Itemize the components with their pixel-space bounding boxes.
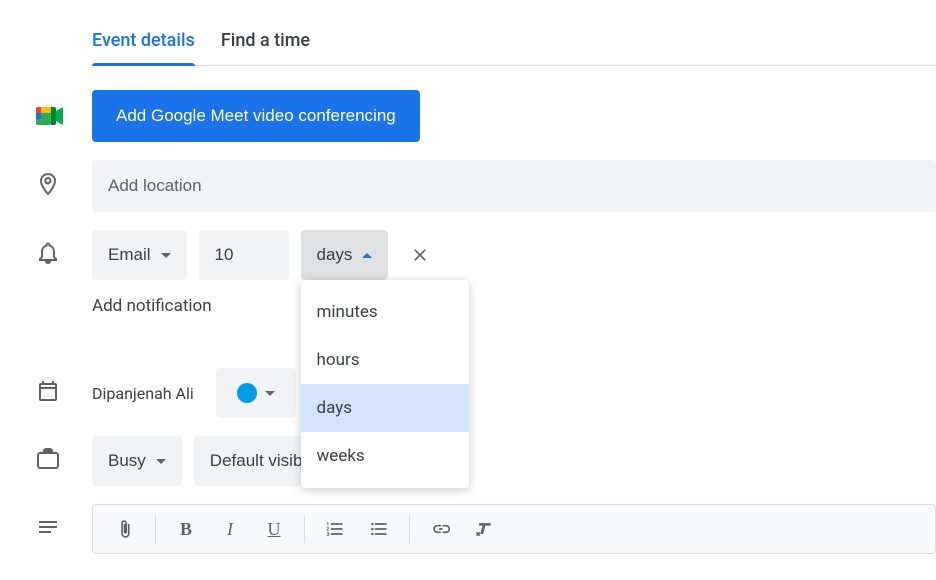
chevron-down-icon	[156, 459, 166, 464]
notification-method-label: Email	[108, 245, 151, 265]
description-icon	[36, 515, 60, 543]
availability-label: Busy	[108, 451, 146, 471]
location-input[interactable]	[92, 160, 936, 212]
bold-button[interactable]: B	[166, 509, 206, 549]
notification-method-select[interactable]: Email	[92, 230, 187, 280]
availability-select[interactable]: Busy	[92, 436, 182, 486]
unit-option-weeks[interactable]: weeks	[301, 432, 469, 480]
toolbar-divider	[155, 515, 156, 543]
add-google-meet-button[interactable]: Add Google Meet video conferencing	[92, 90, 420, 142]
notification-unit-menu: minuteshoursdaysweeks	[301, 280, 469, 488]
unit-option-days[interactable]: days	[301, 384, 469, 432]
add-notification-button[interactable]: Add notification	[92, 296, 212, 316]
chevron-up-icon	[362, 253, 372, 258]
toolbar-divider	[304, 515, 305, 543]
chevron-down-icon	[161, 253, 171, 258]
location-icon	[36, 172, 60, 200]
briefcase-icon	[36, 447, 60, 475]
unit-option-hours[interactable]: hours	[301, 336, 469, 384]
google-meet-icon	[36, 105, 64, 127]
calendar-icon	[36, 379, 60, 407]
notification-unit-label: days	[317, 245, 353, 265]
underline-button[interactable]: U	[254, 509, 294, 549]
unit-option-minutes[interactable]: minutes	[301, 288, 469, 336]
color-dot-icon	[237, 383, 257, 403]
clear-formatting-button[interactable]	[464, 509, 504, 549]
tab-find-a-time[interactable]: Find a time	[221, 30, 310, 65]
attach-file-button[interactable]	[105, 509, 145, 549]
description-toolbar: B I U	[92, 504, 936, 554]
calendar-color-select[interactable]	[216, 368, 296, 418]
toolbar-divider	[409, 515, 410, 543]
notification-bell-icon	[36, 241, 60, 269]
numbered-list-button[interactable]	[315, 509, 355, 549]
tabs: Event details Find a time	[92, 30, 936, 66]
italic-button[interactable]: I	[210, 509, 250, 549]
insert-link-button[interactable]	[420, 509, 460, 549]
notification-unit-select[interactable]: days	[301, 230, 389, 280]
chevron-down-icon	[265, 391, 275, 396]
calendar-owner-name: Dipanjenah Ali	[92, 384, 194, 403]
remove-notification-button[interactable]	[400, 235, 440, 275]
tab-event-details[interactable]: Event details	[92, 30, 195, 65]
notification-value-input[interactable]	[199, 230, 289, 280]
bulleted-list-button[interactable]	[359, 509, 399, 549]
